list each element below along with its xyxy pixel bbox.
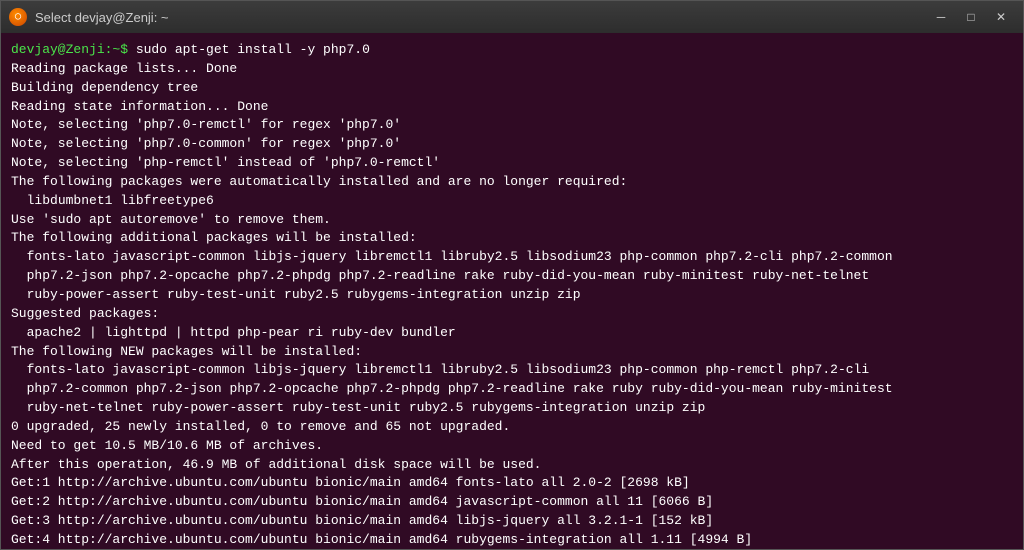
terminal-line: Reading state information... Done [11,98,1013,117]
title-bar: ◯ Select devjay@Zenji: ~ ─ □ ✕ [1,1,1023,33]
terminal-line: php7.2-json php7.2-opcache php7.2-phpdg … [11,267,1013,286]
terminal-line: fonts-lato javascript-common libjs-jquer… [11,248,1013,267]
terminal-output[interactable]: devjay@Zenji:~$ sudo apt-get install -y … [1,33,1023,549]
terminal-line: Reading package lists... Done [11,60,1013,79]
terminal-line: ruby-net-telnet ruby-power-assert ruby-t… [11,399,1013,418]
terminal-line: Suggested packages: [11,305,1013,324]
terminal-line: libdumbnet1 libfreetype6 [11,192,1013,211]
terminal-line: Use 'sudo apt autoremove' to remove them… [11,211,1013,230]
terminal-line: 0 upgraded, 25 newly installed, 0 to rem… [11,418,1013,437]
terminal-line: The following additional packages will b… [11,229,1013,248]
terminal-line: devjay@Zenji:~$ sudo apt-get install -y … [11,41,1013,60]
terminal-window: ◯ Select devjay@Zenji: ~ ─ □ ✕ devjay@Ze… [0,0,1024,550]
terminal-line: The following NEW packages will be insta… [11,343,1013,362]
terminal-line: php7.2-common php7.2-json php7.2-opcache… [11,380,1013,399]
terminal-line: fonts-lato javascript-common libjs-jquer… [11,361,1013,380]
terminal-line: The following packages were automaticall… [11,173,1013,192]
terminal-line: Get:1 http://archive.ubuntu.com/ubuntu b… [11,474,1013,493]
close-button[interactable]: ✕ [987,6,1015,28]
minimize-button[interactable]: ─ [927,6,955,28]
terminal-line: Get:3 http://archive.ubuntu.com/ubuntu b… [11,512,1013,531]
terminal-line: ruby-power-assert ruby-test-unit ruby2.5… [11,286,1013,305]
terminal-line: Get:4 http://archive.ubuntu.com/ubuntu b… [11,531,1013,549]
terminal-line: apache2 | lighttpd | httpd php-pear ri r… [11,324,1013,343]
terminal-line: Note, selecting 'php7.0-remctl' for rege… [11,116,1013,135]
terminal-line: Need to get 10.5 MB/10.6 MB of archives. [11,437,1013,456]
terminal-line: Building dependency tree [11,79,1013,98]
terminal-line: Get:2 http://archive.ubuntu.com/ubuntu b… [11,493,1013,512]
terminal-line: Note, selecting 'php7.0-common' for rege… [11,135,1013,154]
terminal-line: Note, selecting 'php-remctl' instead of … [11,154,1013,173]
window-controls: ─ □ ✕ [927,6,1015,28]
maximize-button[interactable]: □ [957,6,985,28]
terminal-body: devjay@Zenji:~$ sudo apt-get install -y … [1,33,1023,549]
window-title: Select devjay@Zenji: ~ [35,10,919,25]
ubuntu-icon: ◯ [9,8,27,26]
terminal-line: After this operation, 46.9 MB of additio… [11,456,1013,475]
